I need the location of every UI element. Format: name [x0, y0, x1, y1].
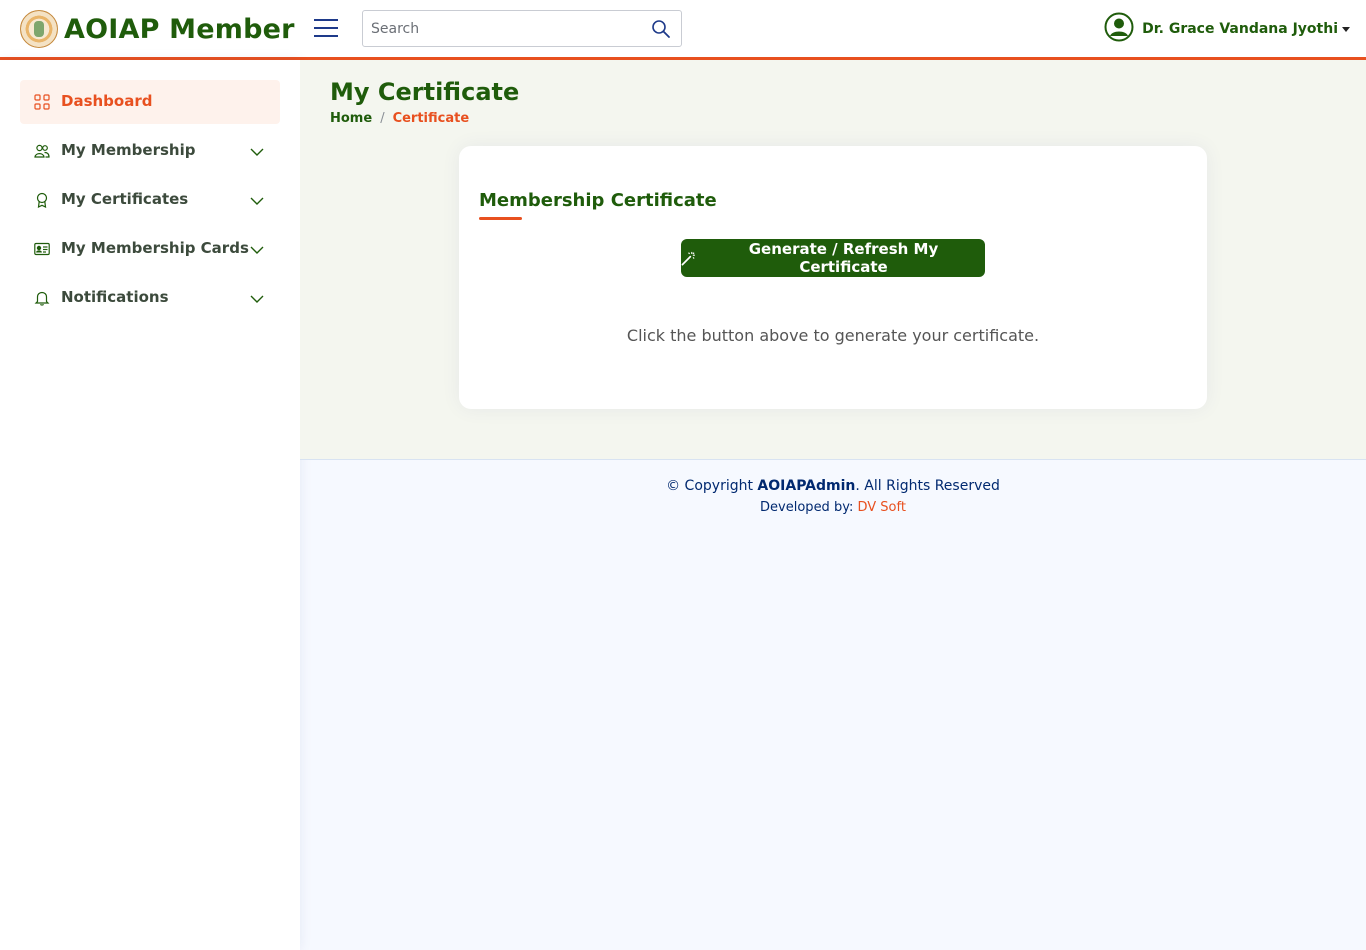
bell-icon [34, 290, 50, 306]
sidebar-item-notifications[interactable]: Notifications [20, 276, 280, 320]
menu-toggle-icon[interactable] [314, 18, 338, 38]
logo-emblem-icon [20, 10, 58, 48]
sidebar-item-dashboard[interactable]: Dashboard [20, 80, 280, 124]
breadcrumb-current: Certificate [392, 111, 470, 126]
sidebar: Dashboard My Membership My Certificates [0, 60, 300, 950]
people-icon [34, 143, 50, 159]
developed-by-label: Developed by: [760, 500, 854, 515]
user-avatar-icon [1104, 12, 1134, 46]
sidebar-item-my-certificates[interactable]: My Certificates [20, 178, 280, 222]
sidebar-item-label: My Membership Cards [61, 239, 249, 257]
main-content: My Certificate Home / Certificate Member… [300, 60, 1366, 460]
generate-certificate-button[interactable]: Generate / Refresh My Certificate [681, 239, 985, 277]
copyright-brand: AOIAPAdmin [757, 478, 856, 494]
certificate-card: Membership Certificate Generate / Refres… [459, 146, 1207, 409]
copyright-suffix: . All Rights Reserved [855, 478, 1000, 494]
sidebar-item-label: My Membership [61, 141, 196, 159]
chevron-down-icon [250, 144, 264, 158]
sidebar-item-my-membership[interactable]: My Membership [20, 129, 280, 173]
footer: © Copyright AOIAPAdmin. All Rights Reser… [300, 478, 1366, 515]
id-card-icon [34, 241, 50, 257]
magic-wand-icon [681, 251, 695, 265]
sidebar-item-label: Dashboard [61, 92, 153, 110]
chevron-down-icon [250, 242, 264, 256]
certificate-hint: Click the button above to generate your … [626, 326, 1040, 345]
user-name: Dr. Grace Vandana Jyothi [1142, 21, 1338, 37]
app-title: AOIAP Member [64, 13, 295, 45]
sidebar-item-my-membership-cards[interactable]: My Membership Cards [20, 227, 280, 271]
chevron-down-icon [250, 291, 264, 305]
caret-down-icon [1342, 26, 1350, 32]
search-bar [362, 10, 682, 47]
generate-button-label: Generate / Refresh My Certificate [748, 240, 939, 276]
copyright-text: © Copyright AOIAPAdmin. All Rights Reser… [300, 478, 1366, 494]
breadcrumb-separator: / [380, 111, 385, 126]
card-title: Membership Certificate [479, 190, 717, 211]
brand-logo[interactable]: AOIAP Member [20, 10, 295, 48]
title-underline [479, 217, 522, 220]
top-header: AOIAP Member Dr. Grace Vandana Jyothi [0, 0, 1366, 60]
breadcrumb-home-link[interactable]: Home [330, 111, 372, 126]
chevron-down-icon [250, 193, 264, 207]
breadcrumb: Home / Certificate [330, 111, 469, 126]
sidebar-item-label: My Certificates [61, 190, 189, 208]
sidebar-item-label: Notifications [61, 288, 169, 306]
grid-icon [34, 94, 50, 110]
profile-dropdown[interactable]: Dr. Grace Vandana Jyothi [1104, 12, 1350, 46]
copyright-prefix: © Copyright [666, 478, 753, 494]
developer-credit: Developed by: DV Soft [300, 500, 1366, 515]
page-title: My Certificate [330, 78, 520, 106]
search-input[interactable] [363, 11, 643, 46]
developer-link[interactable]: DV Soft [857, 500, 905, 515]
search-icon[interactable] [651, 19, 671, 39]
award-icon [34, 192, 50, 209]
